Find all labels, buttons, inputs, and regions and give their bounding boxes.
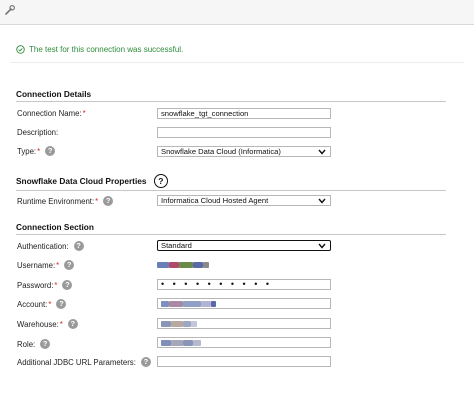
authentication-label: Authentication: ? bbox=[17, 241, 84, 251]
section-properties: Snowflake Data Cloud Properties ? bbox=[16, 174, 446, 191]
password-input[interactable]: • • • • • • • • • • bbox=[157, 279, 331, 290]
password-label: Password: * ? bbox=[17, 280, 73, 290]
help-icon[interactable]: ? bbox=[45, 146, 56, 156]
warehouse-input[interactable] bbox=[157, 318, 331, 329]
check-circle-icon bbox=[16, 44, 25, 54]
authentication-select[interactable]: Standard bbox=[157, 240, 331, 251]
success-text: The test for this connection was success… bbox=[29, 44, 184, 54]
type-value: Snowflake Data Cloud (Informatica) bbox=[161, 147, 281, 156]
section-connection-details: Connection Details bbox=[16, 89, 446, 102]
runtime-environment-label: Runtime Environment: * ? bbox=[17, 196, 114, 206]
chevron-down-icon bbox=[318, 198, 326, 204]
success-message: The test for this connection was success… bbox=[16, 43, 183, 55]
role-input[interactable] bbox=[157, 337, 331, 348]
wrench-icon[interactable] bbox=[4, 4, 16, 16]
jdbc-params-input[interactable] bbox=[157, 356, 331, 367]
help-icon[interactable]: ? bbox=[73, 241, 84, 251]
connection-name-input[interactable]: snowflake_tgt_connection bbox=[157, 108, 331, 119]
account-input[interactable] bbox=[157, 298, 331, 309]
type-select[interactable]: Snowflake Data Cloud (Informatica) bbox=[157, 146, 331, 157]
chevron-down-icon bbox=[318, 149, 326, 155]
help-icon[interactable]: ? bbox=[64, 260, 75, 270]
runtime-environment-select[interactable]: Informatica Cloud Hosted Agent bbox=[157, 195, 331, 206]
authentication-value: Standard bbox=[161, 241, 192, 250]
top-toolbar bbox=[0, 0, 474, 25]
type-label: Type: * ? bbox=[17, 146, 56, 156]
divider bbox=[10, 62, 464, 63]
description-label: Description: bbox=[17, 128, 59, 137]
runtime-environment-value: Informatica Cloud Hosted Agent bbox=[161, 196, 269, 205]
help-icon[interactable]: ? bbox=[40, 339, 51, 349]
password-mask: • • • • • • • • • • bbox=[161, 279, 273, 289]
help-icon[interactable]: ? bbox=[62, 280, 73, 290]
role-label: Role: ? bbox=[17, 339, 51, 349]
help-icon[interactable]: ? bbox=[56, 299, 67, 309]
username-value[interactable] bbox=[157, 259, 209, 270]
description-input[interactable] bbox=[157, 127, 331, 138]
help-icon[interactable]: ? bbox=[67, 319, 78, 329]
chevron-down-icon bbox=[318, 243, 326, 249]
connection-name-label: Connection Name: * bbox=[17, 109, 86, 118]
help-icon[interactable]: ? bbox=[140, 357, 151, 367]
warehouse-label: Warehouse: * ? bbox=[17, 319, 78, 329]
jdbc-params-label: Additional JDBC URL Parameters: ? bbox=[17, 357, 151, 367]
section-connection-section: Connection Section bbox=[16, 222, 446, 235]
account-label: Account: * ? bbox=[17, 299, 67, 309]
username-label: Username: * ? bbox=[17, 260, 75, 270]
help-icon[interactable]: ? bbox=[103, 196, 114, 206]
help-icon[interactable]: ? bbox=[153, 174, 168, 188]
